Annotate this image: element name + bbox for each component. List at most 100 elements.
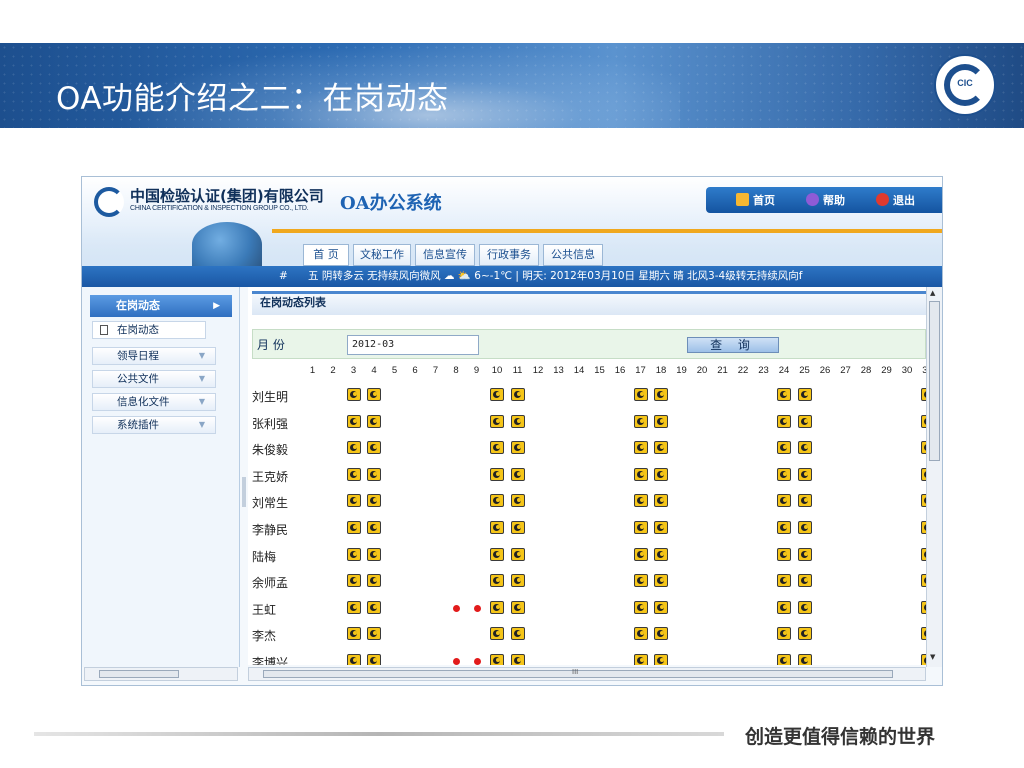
on-duty-icon[interactable]	[797, 388, 812, 401]
on-duty-icon[interactable]	[367, 547, 381, 561]
on-duty-icon[interactable]	[346, 627, 361, 641]
on-duty-icon[interactable]	[367, 574, 381, 588]
on-duty-icon[interactable]	[367, 521, 381, 534]
on-duty-icon[interactable]	[346, 441, 361, 455]
absent-dot-icon[interactable]	[473, 604, 481, 612]
on-duty-icon[interactable]	[797, 654, 812, 665]
help-link[interactable]: 帮助	[806, 192, 845, 208]
on-duty-icon[interactable]	[490, 627, 504, 641]
on-duty-icon[interactable]	[346, 600, 361, 614]
on-duty-icon[interactable]	[633, 494, 648, 508]
on-duty-icon[interactable]	[490, 467, 504, 481]
main-vertical-scrollbar[interactable]: ▲ ▼	[926, 287, 942, 667]
on-duty-icon[interactable]	[633, 388, 648, 401]
on-duty-icon[interactable]	[654, 521, 668, 534]
tab-info-publicity[interactable]: 信息宣传	[415, 244, 475, 266]
on-duty-icon[interactable]	[346, 467, 361, 481]
month-input[interactable]: 2012-03	[347, 335, 479, 355]
on-duty-icon[interactable]	[777, 547, 791, 561]
on-duty-icon[interactable]	[346, 654, 361, 665]
on-duty-icon[interactable]	[510, 654, 525, 665]
on-duty-icon[interactable]	[797, 467, 812, 481]
on-duty-icon[interactable]	[633, 600, 648, 614]
on-duty-icon[interactable]	[633, 467, 648, 481]
on-duty-icon[interactable]	[490, 654, 504, 665]
tab-secretary[interactable]: 文秘工作	[353, 244, 411, 266]
on-duty-icon[interactable]	[346, 414, 361, 428]
on-duty-icon[interactable]	[777, 574, 791, 588]
scrollbar-thumb[interactable]	[929, 301, 940, 461]
home-link[interactable]: 首页	[736, 192, 775, 208]
sidebar-item-plugins[interactable]: 系统插件 ▼	[92, 416, 216, 434]
on-duty-icon[interactable]	[654, 627, 668, 641]
on-duty-icon[interactable]	[797, 441, 812, 455]
on-duty-icon[interactable]	[510, 414, 525, 428]
scrollbar-thumb[interactable]: III	[263, 668, 893, 678]
on-duty-icon[interactable]	[777, 467, 791, 481]
on-duty-icon[interactable]	[654, 547, 668, 561]
on-duty-icon[interactable]	[654, 414, 668, 428]
on-duty-icon[interactable]	[777, 414, 791, 428]
on-duty-icon[interactable]	[654, 467, 668, 481]
exit-link[interactable]: 退出	[876, 192, 915, 208]
scrollbar-thumb[interactable]	[99, 670, 179, 678]
on-duty-icon[interactable]	[490, 600, 504, 614]
scroll-down-icon[interactable]: ▼	[930, 653, 935, 661]
on-duty-icon[interactable]	[797, 521, 812, 534]
on-duty-icon[interactable]	[633, 654, 648, 665]
on-duty-icon[interactable]	[490, 441, 504, 455]
search-button[interactable]: 查 询	[687, 337, 779, 353]
on-duty-icon[interactable]	[797, 574, 812, 588]
on-duty-icon[interactable]	[777, 600, 791, 614]
on-duty-icon[interactable]	[367, 494, 381, 508]
on-duty-icon[interactable]	[654, 600, 668, 614]
tab-home[interactable]: 首 页	[303, 244, 349, 266]
on-duty-icon[interactable]	[510, 521, 525, 534]
on-duty-icon[interactable]	[490, 414, 504, 428]
on-duty-icon[interactable]	[367, 654, 381, 665]
on-duty-icon[interactable]	[367, 441, 381, 455]
on-duty-icon[interactable]	[654, 388, 668, 401]
on-duty-icon[interactable]	[490, 494, 504, 508]
sidebar-head-on-duty[interactable]: 在岗动态 ▶	[90, 295, 232, 317]
sidebar-item-it-files[interactable]: 信息化文件 ▼	[92, 393, 216, 411]
absent-dot-icon[interactable]	[453, 604, 460, 612]
on-duty-icon[interactable]	[510, 547, 525, 561]
sidebar-item-leader-schedule[interactable]: 领导日程 ▼	[92, 347, 216, 365]
on-duty-icon[interactable]	[510, 467, 525, 481]
on-duty-icon[interactable]	[797, 627, 812, 641]
on-duty-icon[interactable]	[633, 547, 648, 561]
on-duty-icon[interactable]	[510, 388, 525, 401]
sidebar-sub-item-on-duty[interactable]: 在岗动态	[92, 321, 206, 339]
on-duty-icon[interactable]	[777, 388, 791, 401]
on-duty-icon[interactable]	[367, 388, 381, 401]
on-duty-icon[interactable]	[777, 494, 791, 508]
on-duty-icon[interactable]	[346, 388, 361, 401]
on-duty-icon[interactable]	[777, 521, 791, 534]
on-duty-icon[interactable]	[510, 574, 525, 588]
scroll-up-icon[interactable]: ▲	[930, 289, 935, 297]
on-duty-icon[interactable]	[490, 388, 504, 401]
on-duty-icon[interactable]	[367, 467, 381, 481]
tab-public-info[interactable]: 公共信息	[543, 244, 603, 266]
main-horizontal-scrollbar[interactable]: III	[248, 667, 926, 681]
on-duty-icon[interactable]	[777, 441, 791, 455]
on-duty-icon[interactable]	[777, 654, 791, 665]
absent-dot-icon[interactable]	[473, 658, 481, 665]
tab-admin-affairs[interactable]: 行政事务	[479, 244, 539, 266]
on-duty-icon[interactable]	[346, 547, 361, 561]
on-duty-icon[interactable]	[633, 627, 648, 641]
on-duty-icon[interactable]	[633, 574, 648, 588]
on-duty-icon[interactable]	[490, 574, 504, 588]
on-duty-icon[interactable]	[510, 600, 525, 614]
on-duty-icon[interactable]	[346, 521, 361, 534]
on-duty-icon[interactable]	[654, 494, 668, 508]
on-duty-icon[interactable]	[633, 441, 648, 455]
on-duty-icon[interactable]	[510, 441, 525, 455]
on-duty-icon[interactable]	[490, 521, 504, 534]
on-duty-icon[interactable]	[633, 521, 648, 534]
on-duty-icon[interactable]	[797, 414, 812, 428]
on-duty-icon[interactable]	[797, 600, 812, 614]
on-duty-icon[interactable]	[367, 600, 381, 614]
sidebar-splitter-handle[interactable]	[242, 477, 246, 507]
